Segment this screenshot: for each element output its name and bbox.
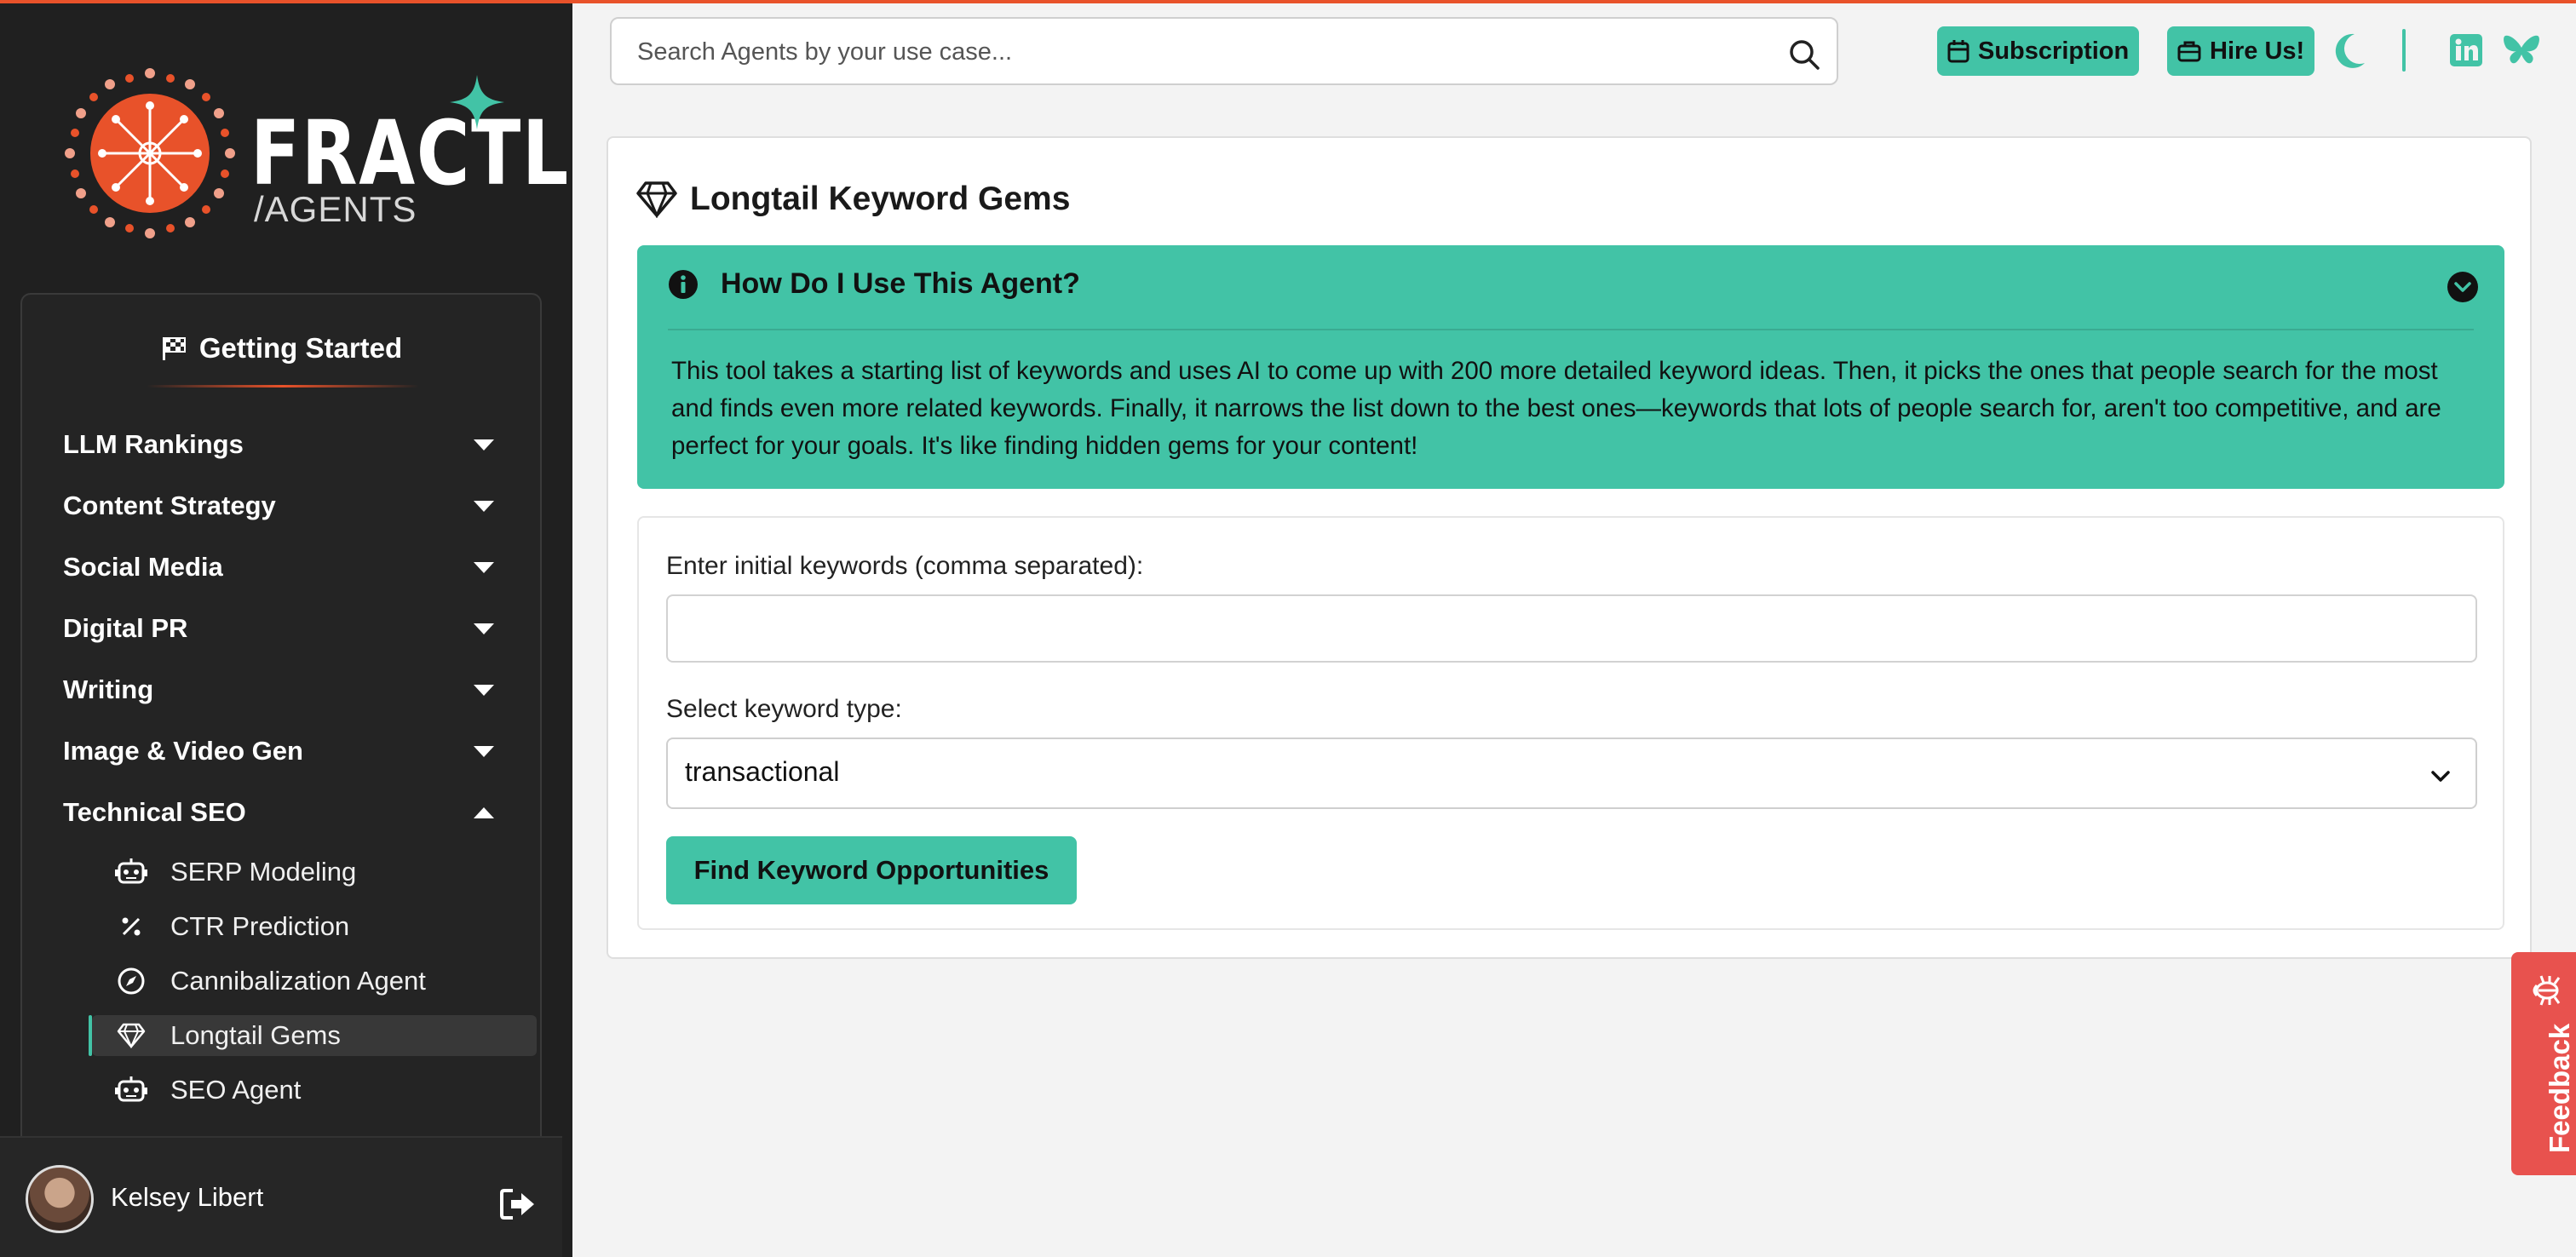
nav-category-llm-rankings[interactable]: LLM Rankings [63,421,506,468]
sidebar-item-seo-agent[interactable]: SEO Agent [73,1070,533,1111]
caret-down-icon [474,684,494,696]
page-title-text: Longtail Keyword Gems [690,181,1071,217]
howto-heading: How Do I Use This Agent? [721,267,1080,300]
caret-down-icon [474,745,494,757]
caret-down-icon [474,561,494,573]
nav-category-label: Writing [63,674,154,704]
sidebar-item-cannibalization-agent[interactable]: Cannibalization Agent [73,961,533,1002]
top-accent-line [0,0,2576,3]
nav-category-social-media[interactable]: Social Media [63,543,506,591]
search-input[interactable] [637,34,1745,70]
bug-icon [2533,975,2561,1006]
info-icon [669,269,698,299]
sidebar-item-serp-modeling[interactable]: SERP Modeling [73,852,533,893]
calendar-icon [1947,40,1969,63]
find-keyword-opportunities-button[interactable]: Find Keyword Opportunities [666,836,1077,904]
flag-checkered-icon [162,337,186,360]
logo-subline: /AGENTS [254,189,417,229]
nav-category-writing[interactable]: Writing [63,666,506,714]
compass-icon [114,964,148,998]
keyword-type-label: Select keyword type: [666,695,902,723]
subscription-label: Subscription [1978,37,2130,65]
howto-header[interactable]: How Do I Use This Agent? [668,267,1080,301]
user-bar: Kelsey Libert [0,1136,562,1257]
howto-divider [668,329,2474,330]
robot-icon [114,1073,148,1107]
keywords-label: Enter initial keywords (comma separated)… [666,552,1144,580]
nav-category-image-video-gen[interactable]: Image & Video Gen [63,727,506,775]
feedback-tab[interactable]: Feedback [2511,952,2576,1175]
chevron-down-icon [2431,771,2450,782]
getting-started-label: Getting Started [198,332,403,364]
caret-down-icon [474,500,494,512]
fractl-logo[interactable]: FRACTL /AGENTS [65,68,568,238]
hire-us-button[interactable]: Hire Us! [2167,26,2315,76]
keyword-type-value: transactional [685,756,840,787]
user-name: Kelsey Libert [111,1182,264,1212]
briefcase-icon [2177,41,2201,62]
keyword-type-select[interactable]: transactional [666,738,2477,809]
avatar[interactable] [26,1165,94,1233]
sidebar-item-label: CTR Prediction [170,911,350,941]
feedback-label: Feedback [2544,1023,2575,1153]
gem-icon [114,1019,148,1053]
hire-us-label: Hire Us! [2210,37,2305,65]
topbar-divider [2402,29,2406,72]
logout-icon[interactable] [499,1187,537,1221]
sidebar: FRACTL /AGENTS Getting Started LLM Ranki… [0,0,572,1257]
sidebar-item-label: Cannibalization Agent [170,966,426,996]
nav-category-label: Content Strategy [63,491,276,520]
agent-card: Longtail Keyword Gems How Do I Use This … [607,136,2532,959]
howto-accordion[interactable]: How Do I Use This Agent? This tool takes… [637,245,2504,489]
nav-category-label: Image & Video Gen [63,736,303,766]
getting-started-link[interactable]: Getting Started [22,332,540,364]
keyword-form: Enter initial keywords (comma separated)… [637,516,2504,930]
logo-wordmark: FRACTL [250,101,570,205]
nav-category-label: Digital PR [63,613,188,643]
nav-category-label: Social Media [63,552,223,582]
nav-category-digital-pr[interactable]: Digital PR [63,605,506,652]
nav-category-technical-seo[interactable]: Technical SEO [63,789,506,836]
sidebar-item-label: SERP Modeling [170,857,357,887]
page-title: Longtail Keyword Gems [635,181,1070,218]
caret-up-icon [474,806,494,818]
percent-icon [114,910,148,944]
nav-category-label: Technical SEO [63,797,246,827]
bluesky-icon[interactable] [2503,32,2540,68]
logo-mark-icon [65,68,235,238]
keywords-input[interactable] [666,594,2477,663]
sidebar-item-label: Longtail Gems [170,1020,341,1050]
chevron-down-icon[interactable] [2447,271,2479,303]
robot-icon [114,855,148,889]
subscription-button[interactable]: Subscription [1937,26,2140,76]
sidebar-item-label: SEO Agent [170,1075,302,1105]
caret-down-icon [474,439,494,451]
howto-body: This tool takes a starting list of keywo… [671,357,2441,460]
sidebar-nav: Getting Started LLM Rankings Content Str… [20,293,542,1257]
section-divider [147,385,419,387]
moon-icon[interactable] [2332,32,2366,70]
sidebar-item-longtail-gems[interactable]: Longtail Gems [89,1015,537,1056]
linkedin-icon[interactable] [2450,34,2482,66]
sidebar-item-ctr-prediction[interactable]: CTR Prediction [73,906,533,947]
search-icon[interactable] [1787,37,1821,72]
search-bar [610,17,1838,85]
gem-icon [636,181,677,218]
caret-down-icon [474,623,494,634]
nav-category-label: LLM Rankings [63,429,244,459]
sparkle-icon [450,75,504,129]
nav-category-content-strategy[interactable]: Content Strategy [63,482,506,530]
